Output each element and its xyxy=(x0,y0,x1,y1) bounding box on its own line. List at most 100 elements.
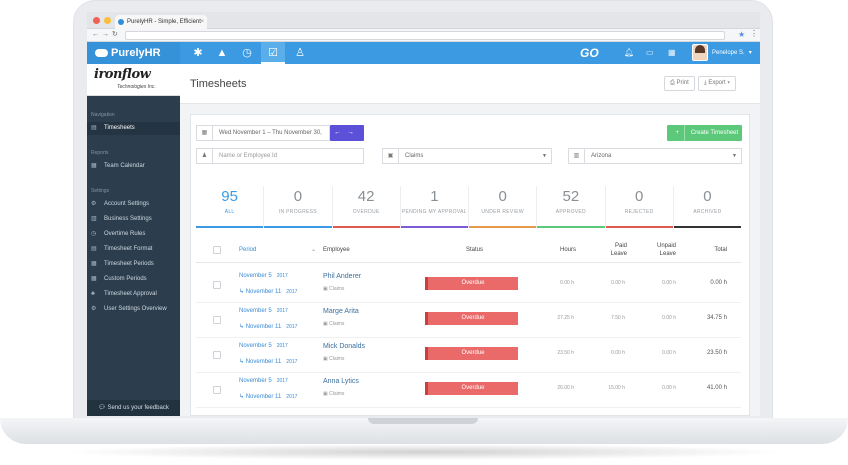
department-label: Claims xyxy=(329,321,345,327)
employee-name[interactable]: Anna Lytics xyxy=(323,378,359,385)
column-unpaid-leave-line1: Unpaid xyxy=(656,243,676,249)
forward-icon[interactable]: → xyxy=(102,31,112,38)
column-unpaid-leave[interactable]: Unpaid Leave xyxy=(646,237,676,263)
tab-rejected[interactable]: 0 REJECTED xyxy=(605,186,674,228)
return-arrow-icon: ↳ xyxy=(239,359,246,365)
table-row[interactable]: November 5 2017 ↳ November 11 2017 Mick Do… xyxy=(196,338,741,373)
column-employee[interactable]: Employee xyxy=(323,237,350,263)
sidebar-item-timesheets[interactable]: ▤ Timesheets xyxy=(87,122,180,135)
column-paid-leave[interactable]: Paid Leave xyxy=(599,237,627,263)
sidebar-item-team-calendar[interactable]: ▦ Team Calendar xyxy=(87,160,180,173)
sidebar-item-user-settings-overview[interactable]: ⚙ User Settings Overview xyxy=(87,303,180,316)
table-row[interactable]: November 5 2017 ↳ November 11 2017 Marge A… xyxy=(196,303,741,338)
table-row[interactable]: November 5 2017 ↳ November 11 2017 Phil An… xyxy=(196,268,741,303)
tab-label: IN PROGRESS xyxy=(278,209,317,215)
period-start-year: 2017 xyxy=(276,378,288,384)
select-all-checkbox[interactable] xyxy=(213,246,221,254)
clock-icon: ◷ xyxy=(91,231,97,237)
sidebar-item-custom-periods[interactable]: ▦ Custom Periods xyxy=(87,273,180,286)
employee-name[interactable]: Phil Anderer xyxy=(323,273,361,280)
tab-color-bar xyxy=(537,226,605,228)
section-reports: Reports xyxy=(91,150,109,156)
hours-value: 23.50 h xyxy=(557,350,574,356)
sidebar-item-business-settings[interactable]: ▥ Business Settings xyxy=(87,213,180,226)
column-hours[interactable]: Hours xyxy=(552,237,576,263)
period-end[interactable]: ↳ November 11 2017 xyxy=(239,393,297,400)
row-checkbox[interactable] xyxy=(213,281,221,289)
sort-icon[interactable]: ⌄ xyxy=(311,237,316,263)
sidebar-item-account-settings[interactable]: ⚙ Account Settings xyxy=(87,198,180,211)
period-end-year: 2017 xyxy=(286,324,298,330)
column-period[interactable]: Period xyxy=(239,237,256,263)
approval-icon[interactable]: ♙ xyxy=(288,42,312,64)
next-period-icon[interactable]: → xyxy=(347,129,360,136)
period-start[interactable]: November 5 2017 xyxy=(239,378,288,384)
minimize-window-button[interactable] xyxy=(104,17,111,24)
close-window-button[interactable] xyxy=(93,17,100,24)
tab-overdue[interactable]: 42 OVERDUE xyxy=(332,186,401,228)
period-start[interactable]: November 5 2017 xyxy=(239,308,288,314)
reload-icon[interactable]: ↻ xyxy=(112,31,121,38)
location-select[interactable]: ▥ Arizona ▼ xyxy=(568,148,742,164)
date-range-picker[interactable]: ▦ Wed November 1 – Thu November 30, xyxy=(196,125,330,141)
browser-menu-icon[interactable]: ⋮ xyxy=(750,29,758,38)
bookmark-star-icon[interactable]: ★ xyxy=(738,30,745,39)
tab-in-progress[interactable]: 0 IN PROGRESS xyxy=(264,186,333,228)
period-end[interactable]: ↳ November 11 2017 xyxy=(239,358,297,365)
back-icon[interactable]: ← xyxy=(92,31,102,38)
building-icon: ▥ xyxy=(91,216,97,222)
print-button[interactable]: ⎙ Print xyxy=(664,76,695,91)
column-status[interactable]: Status xyxy=(466,237,483,263)
employee-name[interactable]: Marge Arita xyxy=(323,308,359,315)
palm-tree-icon[interactable]: ✱ xyxy=(186,42,210,64)
bell-icon[interactable]: 🔔︎ xyxy=(624,42,634,64)
tab-all[interactable]: 95 ALL xyxy=(196,186,265,228)
brand-logo[interactable]: PurelyHR xyxy=(87,42,180,64)
tab-under-review[interactable]: 0 UNDER REVIEW xyxy=(469,186,538,228)
total-value: 41.00 h xyxy=(706,385,727,391)
employee-name[interactable]: Mick Donalds xyxy=(323,343,365,350)
table-row[interactable]: November 5 2017 ↳ November 11 2017 Anna Ly… xyxy=(196,373,741,408)
chat-icon[interactable]: ▭ xyxy=(646,42,654,64)
company-logo-text: ironflow xyxy=(94,67,151,82)
category-select[interactable]: ▣ Claims ▼ xyxy=(382,148,552,164)
employee-search-input[interactable]: ♟ Name or Employee Id xyxy=(196,148,364,164)
unpaid-leave-value: 0.00 h xyxy=(662,315,676,321)
period-end[interactable]: ↳ November 11 2017 xyxy=(239,323,297,330)
row-checkbox[interactable] xyxy=(213,351,221,359)
total-value: 0.00 h xyxy=(710,280,727,286)
user-menu[interactable]: Penelope S. ▾ xyxy=(692,44,752,61)
category-value: Claims xyxy=(405,153,424,159)
go-logo[interactable]: GO xyxy=(580,46,599,60)
previous-period-icon[interactable]: ← xyxy=(334,129,347,136)
main-content: Timesheets ⎙ Print ⤓ Export ▾ ▦ Wed Novem… xyxy=(180,64,760,416)
tab-approved[interactable]: 52 APPROVED xyxy=(537,186,606,228)
row-checkbox[interactable] xyxy=(213,316,221,324)
user-icon: ♟ xyxy=(197,149,213,163)
row-checkbox[interactable] xyxy=(213,386,221,394)
timesheet-icon[interactable]: ☑ xyxy=(261,42,285,64)
clock-icon[interactable]: ◷ xyxy=(235,42,259,64)
sidebar-item-timesheet-approval[interactable]: ♣ Timesheet Approval xyxy=(87,288,180,301)
export-button[interactable]: ⤓ Export ▾ xyxy=(698,76,736,91)
tab-archived[interactable]: 0 ARCHIVED xyxy=(673,186,741,228)
grid-icon[interactable]: ▦ xyxy=(668,42,676,64)
alert-icon[interactable]: ▲ xyxy=(210,42,234,64)
tab-pending-my-approval[interactable]: 1 PENDING MY APPROVAL xyxy=(400,186,469,228)
unpaid-leave-value: 0.00 h xyxy=(662,385,676,391)
close-tab-icon[interactable]: × xyxy=(200,15,204,29)
period-end[interactable]: ↳ November 11 2017 xyxy=(239,288,297,295)
column-total[interactable]: Total xyxy=(701,237,727,263)
feedback-button[interactable]: 💬︎ Send us your feedback xyxy=(87,400,180,416)
tab-color-bar xyxy=(196,226,264,228)
sidebar-item-overtime-rules[interactable]: ◷ Overtime Rules xyxy=(87,228,180,241)
browser-tab[interactable]: PurelyHR - Simple, Efficient × xyxy=(115,15,207,29)
sidebar-item-timesheet-periods[interactable]: ▦ Timesheet Periods xyxy=(87,258,180,271)
period-start[interactable]: November 5 2017 xyxy=(239,273,288,279)
create-timesheet-button[interactable]: + Create Timesheet xyxy=(667,125,742,141)
sidebar-item-timesheet-format[interactable]: ▤ Timesheet Format xyxy=(87,243,180,256)
period-start[interactable]: November 5 2017 xyxy=(239,343,288,349)
url-field[interactable] xyxy=(125,31,725,40)
calendar-icon: ▦ xyxy=(91,276,97,282)
column-unpaid-leave-line2: Leave xyxy=(659,251,676,257)
